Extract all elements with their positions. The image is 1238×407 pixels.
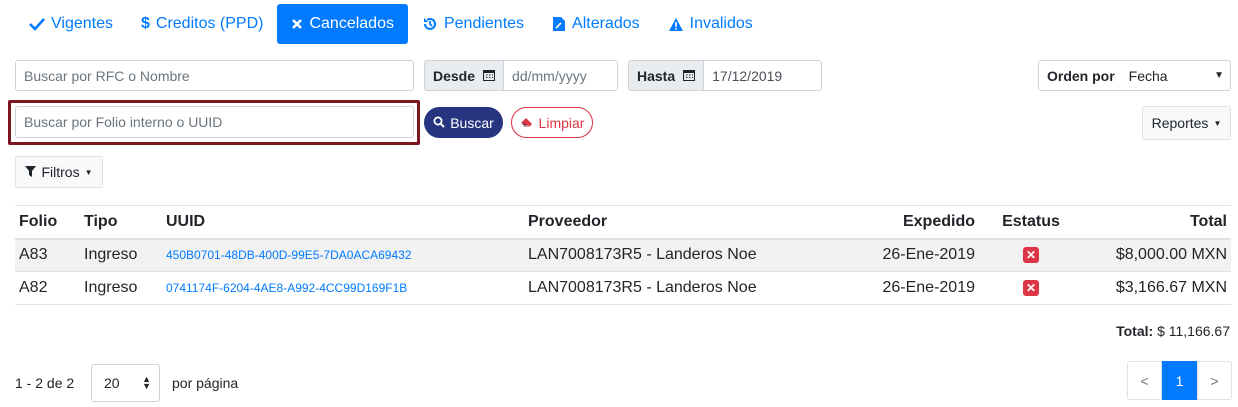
per-page-label: por página [172, 375, 239, 391]
table-row[interactable]: A82 Ingreso 0741174F-6204-4AE8-A992-4CC9… [15, 271, 1231, 305]
tab-cancelados[interactable]: Cancelados [277, 4, 408, 44]
per-page-value: 20 [104, 375, 120, 391]
file-pen-icon [552, 16, 566, 32]
tab-creditos-label: Creditos (PPD) [155, 15, 264, 32]
cell-total: $3,166.67 MXN [1083, 271, 1231, 305]
search-icon [433, 115, 445, 131]
col-proveedor[interactable]: Proveedor [524, 205, 814, 240]
limpiar-button[interactable]: Limpiar [511, 107, 593, 138]
col-folio[interactable]: Folio [15, 205, 80, 240]
order-by-value: Fecha [1128, 67, 1168, 84]
tab-vigentes-label: Vigentes [51, 15, 113, 32]
limpiar-label: Limpiar [538, 114, 585, 131]
buscar-label: Buscar [450, 114, 494, 131]
tab-alterados[interactable]: Alterados [538, 4, 654, 44]
caret-down-icon: ▼ [1213, 118, 1222, 128]
hasta-value[interactable]: 17/12/2019 [704, 61, 821, 90]
check-icon [29, 17, 45, 31]
cell-tipo: Ingreso [80, 238, 162, 272]
status-tabs: Vigentes $ Creditos (PPD) Cancelados Pen… [15, 4, 767, 44]
history-icon [422, 16, 438, 32]
reportes-label: Reportes [1151, 115, 1209, 131]
order-by-select[interactable]: Orden por Fecha ▼ [1038, 60, 1231, 91]
desde-addon: Desde [425, 61, 505, 90]
next-page-button[interactable]: > [1197, 361, 1232, 400]
updown-caret-icon: ▲ ▼ [142, 374, 151, 391]
tab-pendientes-label: Pendientes [443, 15, 525, 32]
reportes-button[interactable]: Reportes ▼ [1142, 106, 1231, 140]
uuid-link[interactable]: 450B0701-48DB-400D-99E5-7DA0ACA69432 [166, 248, 412, 262]
page-1-button[interactable]: 1 [1162, 361, 1197, 400]
order-by-label: Orden por [1047, 67, 1115, 84]
tab-pendientes[interactable]: Pendientes [408, 4, 538, 44]
calendar-icon [483, 68, 496, 84]
tab-cancelados-label: Cancelados [309, 15, 394, 32]
total-label: Total: [1116, 323, 1154, 339]
filter-icon [25, 164, 37, 180]
pagination: < 1 > [1127, 361, 1232, 400]
col-uuid[interactable]: UUID [162, 205, 524, 240]
rfc-search-input[interactable] [15, 60, 414, 91]
cell-folio: A83 [15, 238, 80, 272]
buscar-button[interactable]: Buscar [424, 107, 503, 138]
cell-proveedor: LAN7008173R5 - Landeros Noe [524, 271, 814, 305]
total-value: $ 11,166.67 [1157, 323, 1230, 339]
pagination-range: 1 - 2 de 2 [15, 375, 75, 391]
caret-down-icon: ▼ [84, 167, 93, 177]
table-header-row: Folio Tipo UUID Proveedor Expedido Estat… [15, 205, 1231, 240]
cancelled-status-icon: ✕ [1023, 247, 1039, 264]
cell-total: $8,000.00 MXN [1083, 238, 1231, 272]
folio-uuid-search-input[interactable] [15, 106, 414, 138]
table-row[interactable]: A83 Ingreso 450B0701-48DB-400D-99E5-7DA0… [15, 238, 1231, 272]
cell-proveedor: LAN7008173R5 - Landeros Noe [524, 238, 814, 272]
uuid-link[interactable]: 0741174F-6204-4AE8-A992-4CC99D169F1B [166, 281, 407, 295]
tab-vigentes[interactable]: Vigentes [15, 4, 127, 44]
desde-date-field[interactable]: Desde dd/mm/yyyy [424, 60, 618, 91]
filtros-button[interactable]: Filtros ▼ [15, 156, 103, 188]
per-page-select[interactable]: 20 ▲ ▼ [91, 364, 160, 402]
col-tipo[interactable]: Tipo [80, 205, 162, 240]
cancelled-status-icon: ✕ [1023, 279, 1039, 296]
hasta-date-field[interactable]: Hasta 17/12/2019 [628, 60, 822, 91]
tab-invalidos-label: Invalidos [689, 15, 753, 32]
cell-tipo: Ingreso [80, 271, 162, 305]
tab-alterados-label: Alterados [572, 15, 640, 32]
filtros-label: Filtros [41, 164, 80, 180]
tab-invalidos[interactable]: Invalidos [654, 4, 767, 44]
desde-label: Desde [433, 67, 476, 84]
tab-creditos[interactable]: $ Creditos (PPD) [127, 4, 277, 44]
warning-icon [668, 17, 684, 32]
caret-down-icon: ▼ [1214, 70, 1224, 81]
col-total[interactable]: Total [1083, 205, 1231, 240]
order-by-dropdown[interactable]: Fecha ▼ [1123, 68, 1230, 84]
cfdi-table: Folio Tipo UUID Proveedor Expedido Estat… [15, 205, 1231, 305]
hasta-label: Hasta [637, 67, 676, 84]
cell-expedido: 26-Ene-2019 [814, 271, 979, 305]
cell-expedido: 26-Ene-2019 [814, 238, 979, 272]
cell-folio: A82 [15, 271, 80, 305]
col-expedido[interactable]: Expedido [814, 205, 979, 240]
dollar-icon: $ [140, 15, 150, 32]
eraser-icon [520, 115, 534, 131]
times-icon [291, 18, 303, 30]
calendar-icon [683, 68, 696, 84]
grand-total: Total: $ 11,166.67 [1116, 323, 1230, 339]
prev-page-button[interactable]: < [1127, 361, 1162, 400]
col-estatus[interactable]: Estatus [979, 205, 1083, 240]
desde-value[interactable]: dd/mm/yyyy [504, 61, 617, 90]
hasta-addon: Hasta [629, 61, 705, 90]
